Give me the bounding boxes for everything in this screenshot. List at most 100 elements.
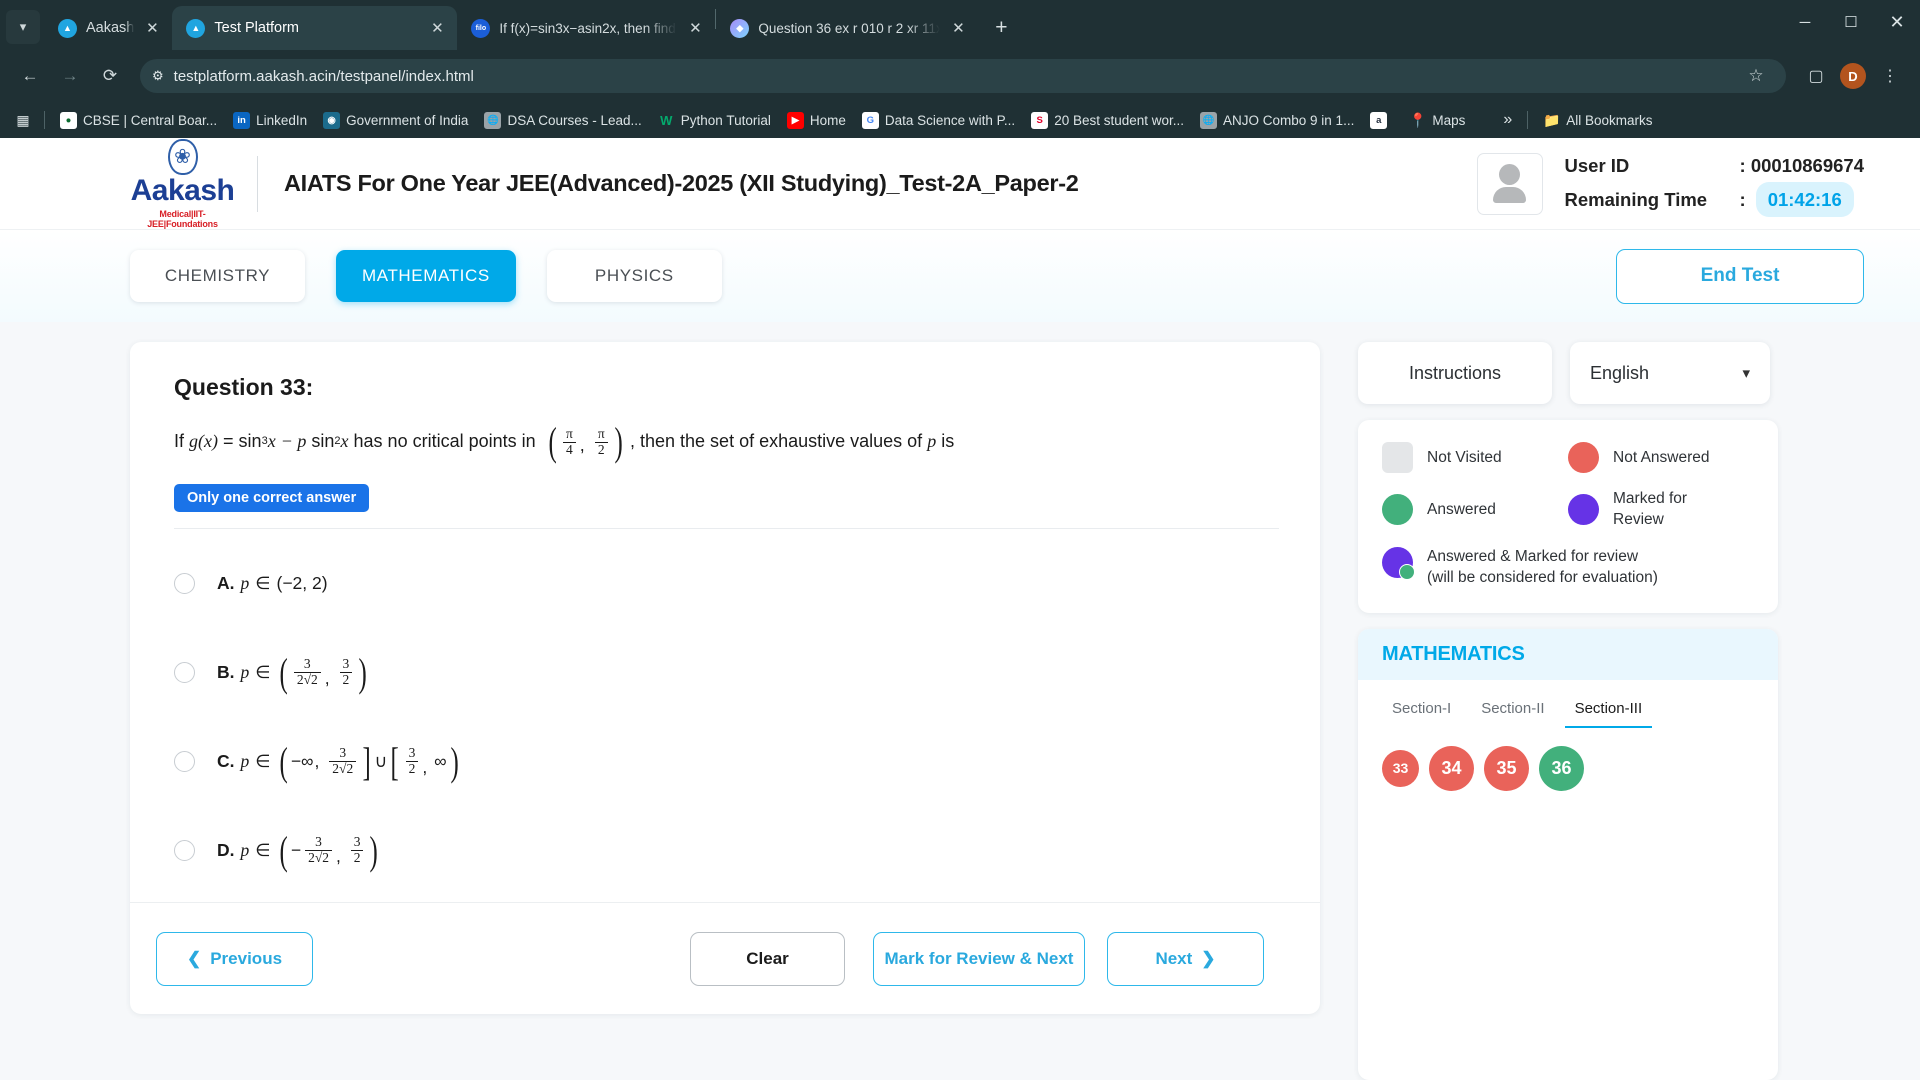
close-icon[interactable]: ✕	[428, 19, 446, 37]
forward-icon[interactable]: →	[52, 58, 88, 94]
tab-search-icon[interactable]: ▾	[6, 10, 40, 44]
close-icon[interactable]: ✕	[686, 19, 704, 37]
profile-avatar[interactable]: D	[1840, 63, 1866, 89]
window-controls: ─ ☐ ✕	[1782, 0, 1920, 44]
section-tab-2[interactable]: Section-II	[1471, 696, 1554, 728]
back-icon[interactable]: ←	[12, 58, 48, 94]
option-radio[interactable]	[174, 840, 195, 861]
bookmark-home[interactable]: ▶ Home	[780, 108, 853, 133]
tab-physics[interactable]: PHYSICS	[546, 250, 722, 302]
all-bookmarks-label: All Bookmarks	[1566, 112, 1653, 128]
maximize-icon[interactable]: ☐	[1828, 0, 1874, 44]
option-radio[interactable]	[174, 662, 195, 683]
option-b[interactable]: B. p ∈ ( 3 2√2 , 3 2)	[174, 628, 1280, 717]
reload-icon[interactable]: ⟳	[92, 58, 128, 94]
minimize-icon[interactable]: ─	[1782, 0, 1828, 44]
end-test-button[interactable]: End Test	[1616, 248, 1864, 304]
avatar-body	[1493, 187, 1527, 203]
legend-label-wrap: Answered & Marked for review (will be co…	[1427, 547, 1658, 589]
comma: ,	[324, 667, 330, 688]
site-settings-icon[interactable]: ⚙	[152, 68, 164, 84]
bookmarks-overflow[interactable]: »	[1496, 107, 1519, 133]
fraction-denominator: 2	[350, 850, 364, 866]
option-variable: p	[240, 573, 250, 593]
option-d[interactable]: D. p ∈ ( − 3 2√2 , 3 2)	[174, 806, 1280, 895]
new-tab-button[interactable]: +	[986, 13, 1016, 43]
mark-review-next-button[interactable]: Mark for Review & Next	[873, 931, 1085, 986]
globe-icon: 🌐	[1200, 111, 1218, 129]
tab-mathematics[interactable]: MATHEMATICS	[336, 250, 516, 302]
tab-chemistry[interactable]: CHEMISTRY	[130, 250, 305, 302]
option-radio[interactable]	[174, 751, 195, 772]
bookmark-label: ANJO Combo 9 in 1...	[1223, 112, 1355, 128]
bookmark-gov-india[interactable]: ◉ Government of India	[316, 108, 475, 133]
option-content: D. p ∈ ( − 3 2√2 , 3 2)	[217, 830, 381, 870]
scribd-icon: S	[1031, 111, 1049, 129]
previous-button[interactable]: ❮ Previous	[156, 931, 313, 986]
question-number: Question 33:	[174, 374, 314, 400]
negative-infinity: −∞	[290, 751, 314, 771]
next-button[interactable]: Next ❯	[1107, 931, 1264, 986]
fraction-numerator: 3	[303, 656, 311, 672]
close-icon[interactable]: ✕	[949, 19, 967, 37]
browser-tab-1[interactable]: ▲ Test Platform ✕	[172, 6, 458, 50]
section-tab-1[interactable]: Section-I	[1382, 696, 1461, 728]
bookmark-data-science[interactable]: G Data Science with P...	[855, 108, 1022, 133]
next-label: Next	[1155, 948, 1193, 968]
q-mid-text: has no critical points in	[353, 431, 536, 452]
section-tab-3[interactable]: Section-III	[1564, 696, 1653, 728]
bookmark-label: 20 Best student wor...	[1054, 112, 1185, 128]
question-button-36[interactable]: 36	[1539, 745, 1584, 791]
aakash-icon: ▲	[58, 18, 77, 38]
clear-button[interactable]: Clear	[690, 931, 845, 986]
section-label: Section-II	[1481, 699, 1545, 717]
fraction-numerator: 3	[353, 834, 361, 850]
question-button-34[interactable]: 34	[1429, 745, 1474, 791]
tab-title: If f(x)=sin3x−asin2x, then find a	[499, 20, 678, 36]
toolbar-right: ▢ D ⋮	[1798, 58, 1908, 94]
legend-panel: Not Visited Not Answered Answered Marked…	[1358, 420, 1778, 613]
option-a[interactable]: A. p ∈ (−2, 2)	[174, 539, 1280, 628]
option-variable: p	[240, 662, 250, 682]
question-button-35[interactable]: 35	[1484, 745, 1529, 791]
bookmark-linkedin[interactable]: in LinkedIn	[226, 108, 314, 133]
fraction-numerator: 3	[315, 834, 322, 850]
browser-tab-3[interactable]: ◆ Question 36 ex r 010 r 2 xr 11x10 ✕	[716, 6, 978, 50]
fraction-denominator: 2√2	[329, 761, 357, 777]
main-content: Question 33: If g (x) = sin 3 x − p sin 2 x h…	[0, 322, 1920, 1080]
chrome-menu-icon[interactable]: ⋮	[1872, 58, 1908, 94]
bookmark-python-tutorial[interactable]: W Python Tutorial	[651, 108, 778, 133]
brand-tagline: Medical|IIT-JEE|Foundations	[147, 208, 218, 229]
option-letter: A.	[217, 573, 235, 593]
bookmark-cbse[interactable]: ● CBSE | Central Boar...	[53, 108, 224, 133]
browser-tab-2[interactable]: filo If f(x)=sin3x−asin2x, then find a ✕	[457, 6, 715, 50]
tab-title: Test Platform	[214, 20, 299, 36]
extensions-icon[interactable]: ▢	[1798, 58, 1834, 94]
option-c[interactable]: C. p ∈ ( −∞ , 3 2√2] ∪ [3 2 , ∞)	[174, 717, 1280, 806]
language-select[interactable]: English ▾	[1570, 342, 1770, 404]
q-fn-arg: (x)	[198, 431, 219, 452]
status-badge: Only one correct answer	[174, 484, 370, 512]
fraction-denominator: 2	[339, 672, 353, 688]
bookmark-star-icon[interactable]: ☆	[1738, 58, 1774, 94]
legend-row: Answered Marked for Review	[1382, 489, 1754, 531]
apps-grid-icon[interactable]: ▦	[10, 112, 36, 129]
legend-label: Not Visited	[1427, 448, 1502, 466]
bookmark-dsa-courses[interactable]: 🌐 DSA Courses - Lead...	[477, 108, 648, 133]
bookmark-maps[interactable]: 📍 Maps	[1402, 108, 1472, 133]
option-content: A. p ∈ (−2, 2)	[217, 573, 328, 594]
all-bookmarks-button[interactable]: 📁 All Bookmarks	[1536, 108, 1659, 133]
aakash-flame-icon: ❀	[167, 138, 198, 175]
bookmark-anjo-combo[interactable]: 🌐 ANJO Combo 9 in 1...	[1193, 108, 1361, 133]
browser-tab-0[interactable]: ▲ Aakash ✕	[44, 6, 172, 50]
clear-label: Clear	[746, 948, 789, 968]
question-button-33[interactable]: 33	[1382, 749, 1419, 787]
instructions-button[interactable]: Instructions	[1358, 342, 1552, 404]
address-bar[interactable]: ⚙ testplatform.aakash.acin/testpanel/ind…	[140, 59, 1786, 93]
option-radio[interactable]	[174, 573, 195, 594]
bookmark-amazon[interactable]: a	[1363, 108, 1400, 133]
bookmark-student-work[interactable]: S 20 Best student wor...	[1024, 108, 1191, 133]
browser-toolbar: ← → ⟳ ⚙ testplatform.aakash.acin/testpan…	[0, 50, 1920, 102]
close-window-icon[interactable]: ✕	[1874, 0, 1920, 44]
close-icon[interactable]: ✕	[143, 19, 161, 37]
